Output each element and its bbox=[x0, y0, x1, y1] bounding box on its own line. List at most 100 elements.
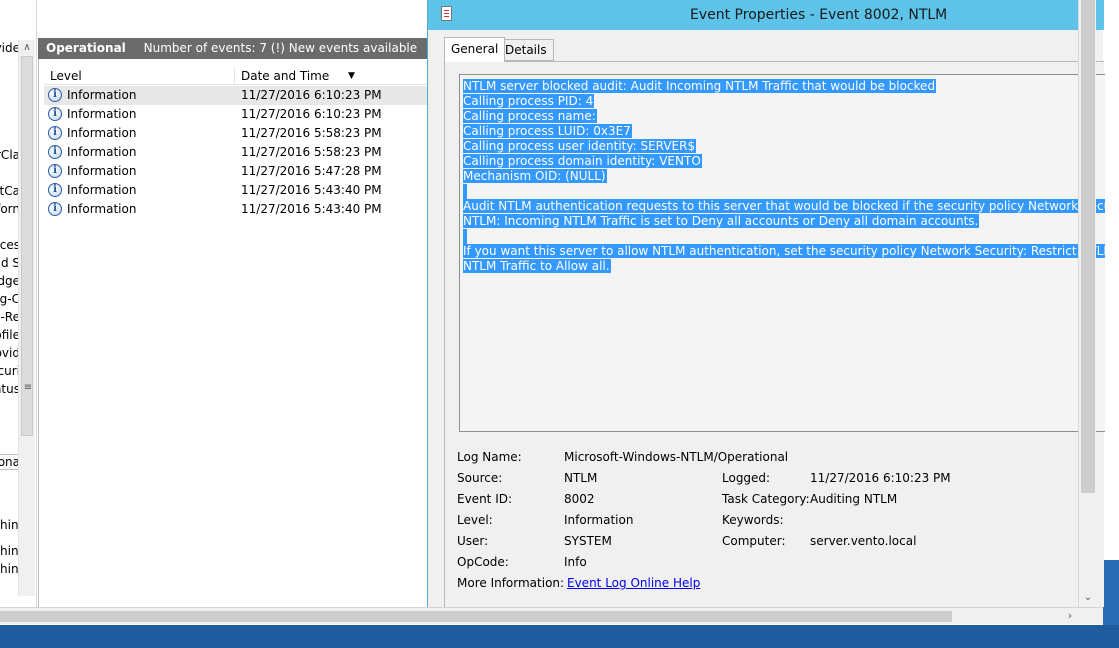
tree-item[interactable]: vide bbox=[0, 39, 20, 57]
information-icon: i bbox=[48, 164, 62, 178]
row-date: 11/27/2016 5:58:23 PM bbox=[241, 126, 382, 140]
column-header-level[interactable]: Level bbox=[44, 67, 235, 85]
table-row[interactable]: i Information 11/27/2016 5:43:40 PM bbox=[44, 181, 429, 200]
table-row[interactable]: i Information 11/27/2016 5:58:23 PM bbox=[44, 124, 429, 143]
column-header-date[interactable]: Date and Time bbox=[235, 67, 429, 85]
tree-item-label: nd S bbox=[0, 256, 20, 270]
action-item-label: hin bbox=[0, 562, 19, 576]
tree-item[interactable]: ona bbox=[0, 453, 20, 471]
action-item[interactable]: hin bbox=[0, 542, 20, 560]
information-icon: i bbox=[48, 145, 62, 159]
tree-item[interactable]: etCa bbox=[0, 182, 20, 200]
row-level: Information bbox=[67, 107, 137, 121]
description-line: NTLM: Incoming NTLM Traffic is set to De… bbox=[463, 214, 980, 228]
description-line: Calling process domain identity: VENTO bbox=[463, 154, 702, 168]
tree-item[interactable]: nd S bbox=[0, 254, 20, 272]
chevron-up-icon[interactable]: ∧ bbox=[19, 40, 35, 56]
tree-item-label: vide bbox=[0, 41, 20, 55]
description-line: If you want this server to allow NTLM au… bbox=[463, 244, 1105, 259]
row-level: Information bbox=[67, 183, 137, 197]
row-date: 11/27/2016 6:10:23 PM bbox=[241, 107, 382, 121]
tree-item-label: ona bbox=[0, 455, 20, 469]
tree-item-label: ofile bbox=[0, 328, 20, 342]
row-level: Information bbox=[67, 88, 137, 102]
dialog-titlebar[interactable]: Event Properties - Event 8002, NTLM bbox=[428, 0, 1104, 30]
scrollbar-thumb[interactable] bbox=[0, 611, 952, 622]
tree-item-label: atus bbox=[0, 382, 20, 396]
tree-item[interactable]: cces bbox=[0, 236, 20, 254]
action-item-label: hin bbox=[0, 544, 19, 558]
scrollbar-thumb[interactable] bbox=[1081, 0, 1095, 493]
tree-item-label: g-Re bbox=[0, 310, 20, 324]
logged-label: Logged: bbox=[722, 471, 771, 485]
source-value: NTLM bbox=[564, 471, 598, 485]
log-name-label: Log Name: bbox=[457, 450, 522, 464]
event-count: Number of events: 7 (!) New events avail… bbox=[143, 41, 418, 55]
tree-item[interactable]: ovid bbox=[0, 344, 20, 362]
tree-item-label: dge bbox=[0, 274, 20, 288]
description-line: Calling process LUID: 0x3E7 bbox=[463, 124, 632, 138]
task-category-value: Auditing NTLM bbox=[810, 492, 898, 506]
tree-item-label: forn bbox=[0, 202, 20, 216]
tree-item[interactable]: g-Re bbox=[0, 308, 20, 326]
row-level: Information bbox=[67, 145, 137, 159]
chevron-right-icon[interactable]: › bbox=[1062, 608, 1078, 624]
tree-item[interactable]: forn bbox=[0, 200, 20, 218]
chevron-down-icon[interactable]: ⌄ bbox=[1079, 590, 1097, 606]
table-row[interactable]: i Information 11/27/2016 5:58:23 PM bbox=[44, 143, 429, 162]
tab-details[interactable]: Details bbox=[498, 39, 554, 61]
tab-general[interactable]: General bbox=[444, 37, 506, 62]
tree-item[interactable]: rCla bbox=[0, 146, 20, 164]
information-icon: i bbox=[48, 202, 62, 216]
row-date: 11/27/2016 5:43:40 PM bbox=[241, 183, 382, 197]
sort-descending-icon: ▼ bbox=[348, 71, 355, 81]
action-item[interactable]: hin bbox=[0, 516, 20, 534]
opcode-label: OpCode: bbox=[457, 555, 509, 569]
table-row[interactable]: i Information 11/27/2016 5:47:28 PM bbox=[44, 162, 429, 181]
row-date: 11/27/2016 5:58:23 PM bbox=[241, 145, 382, 159]
dialog-vertical-scrollbar[interactable]: ⌄ bbox=[1078, 0, 1096, 607]
table-row[interactable]: i Information 11/27/2016 6:10:23 PM bbox=[44, 86, 429, 105]
row-level: Information bbox=[67, 126, 137, 140]
tree-item[interactable]: curi bbox=[0, 362, 20, 380]
tree-item[interactable]: g-C bbox=[0, 290, 20, 308]
description-line: NTLM server blocked audit: Audit Incomin… bbox=[463, 79, 937, 93]
description-text: NTLM server blocked audit: Audit Incomin… bbox=[463, 79, 1105, 274]
row-level: Information bbox=[67, 202, 137, 216]
table-row[interactable]: i Information 11/27/2016 5:43:40 PM bbox=[44, 200, 429, 219]
description-line bbox=[463, 184, 1103, 199]
event-list-header: Operational Number of events: 7 (!) New … bbox=[38, 38, 428, 59]
computer-label: Computer: bbox=[722, 534, 786, 548]
task-category-label: Task Category: bbox=[722, 492, 810, 506]
user-value: SYSTEM bbox=[564, 534, 612, 548]
tree-item-label: rCla bbox=[0, 148, 20, 162]
source-label: Source: bbox=[457, 471, 503, 485]
tree-item-label: ovid bbox=[0, 346, 20, 360]
computer-value: server.vento.local bbox=[810, 534, 917, 548]
tree-item[interactable]: ofile bbox=[0, 326, 20, 344]
grip-icon: ≡ bbox=[23, 382, 33, 393]
description-line: Mechanism OID: (NULL) bbox=[463, 169, 607, 183]
horizontal-scrollbar[interactable]: › bbox=[0, 607, 1103, 624]
tree-scrollbar[interactable]: ∧ ≡ bbox=[18, 40, 35, 596]
information-icon: i bbox=[48, 88, 62, 102]
level-label: Level: bbox=[457, 513, 493, 527]
more-information-label: More Information: bbox=[457, 576, 565, 590]
user-label: User: bbox=[457, 534, 489, 548]
level-value: Information bbox=[564, 513, 634, 527]
event-description[interactable]: NTLM server blocked audit: Audit Incomin… bbox=[459, 74, 1105, 432]
tree-item[interactable]: atus bbox=[0, 380, 20, 398]
tree-item[interactable]: dge bbox=[0, 272, 20, 290]
table-row[interactable]: i Information 11/27/2016 6:10:23 PM bbox=[44, 105, 429, 124]
tree-item-label: g-C bbox=[0, 292, 20, 306]
action-item[interactable]: hin bbox=[0, 560, 20, 578]
column-headers: Level Date and Time ▼ bbox=[44, 67, 429, 85]
desktop-wallpaper bbox=[1103, 560, 1119, 625]
event-log-online-help-link[interactable]: Event Log Online Help bbox=[567, 576, 700, 590]
description-line: Calling process user identity: SERVER$ bbox=[463, 139, 697, 153]
event-properties-dialog: Event Properties - Event 8002, NTLM Gene… bbox=[427, 0, 1105, 607]
opcode-value: Info bbox=[564, 555, 587, 569]
scrollbar-thumb[interactable]: ≡ bbox=[21, 56, 33, 436]
row-date: 11/27/2016 5:47:28 PM bbox=[241, 164, 382, 178]
information-icon: i bbox=[48, 183, 62, 197]
